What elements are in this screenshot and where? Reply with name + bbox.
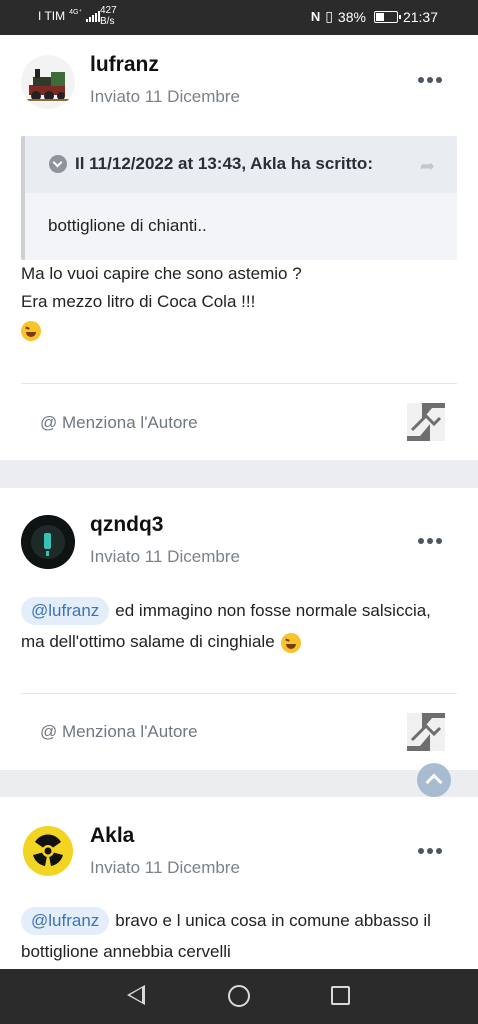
mention-author-button[interactable]: @ Menziona l'Autore — [40, 722, 198, 742]
yum-emoji-icon — [281, 632, 302, 653]
network-type: 4G⁺ — [69, 9, 83, 16]
post-line: ed immagino non fosse normale salsiccia, — [115, 601, 431, 620]
status-bar: I TIM 4G⁺ 427 B/s N ▯ 38% 21:37 — [0, 0, 478, 35]
post-date: Inviato 11 Dicembre — [90, 858, 240, 877]
post-line: Era mezzo litro di Coca Cola !!! — [21, 292, 256, 311]
reaction-icon[interactable] — [406, 402, 446, 442]
author-name[interactable]: qzndq3 — [90, 513, 164, 537]
recent-apps-icon[interactable] — [331, 986, 350, 1005]
quote-block: Il 11/12/2022 at 13:43, Akla ha scritto:… — [21, 136, 457, 260]
laughing-emoji-icon — [21, 320, 41, 341]
post-line: ma dell'ottimo salame di cinghiale — [21, 632, 275, 651]
post-line: bravo e l unica cosa in comune abbasso i… — [115, 911, 431, 930]
quote-header[interactable]: Il 11/12/2022 at 13:43, Akla ha scritto:… — [25, 136, 457, 193]
post-content: Ma lo vuoi capire che sono astemio ? Era… — [21, 260, 302, 344]
post-date: Inviato 11 Dicembre — [90, 547, 240, 566]
scroll-to-top-button[interactable] — [417, 763, 451, 797]
quote-citation: Il 11/12/2022 at 13:43, Akla ha scritto: — [75, 154, 373, 173]
status-right: N ▯ 38% 21:37 — [311, 8, 438, 25]
clock: 21:37 — [402, 8, 438, 25]
avatar[interactable] — [21, 55, 75, 109]
battery-icon — [373, 10, 401, 23]
post-card: lufranz Inviato 11 Dicembre Il 11/12/202… — [0, 35, 478, 460]
home-icon[interactable] — [228, 985, 250, 1007]
divider — [21, 383, 457, 384]
mention-tag[interactable]: @lufranz — [21, 907, 110, 935]
carrier-group: I TIM 4G⁺ — [38, 9, 101, 23]
system-navigation-bar — [0, 969, 478, 1024]
more-options-icon[interactable] — [418, 77, 442, 83]
network-speed: 427 B/s — [100, 5, 117, 27]
post-card: Akla Inviato 11 Dicembre @lufranz bravo e… — [0, 797, 478, 969]
avatar[interactable] — [21, 824, 75, 878]
nfc-icon: N — [310, 9, 321, 24]
quote-text: bottiglione di chianti.. — [48, 216, 207, 235]
author-name[interactable]: lufranz — [90, 53, 159, 77]
chevron-down-icon[interactable] — [49, 155, 67, 173]
carrier-name: I TIM — [38, 9, 66, 23]
post-content: @lufranz bravo e l unica cosa in comune a… — [21, 905, 431, 967]
divider — [21, 693, 457, 694]
more-options-icon[interactable] — [418, 848, 442, 854]
signal-icon — [86, 10, 101, 22]
avatar[interactable] — [21, 515, 75, 569]
post-line: bottiglione annebbia cervelli — [21, 942, 231, 961]
mention-author-button[interactable]: @ Menziona l'Autore — [40, 413, 198, 433]
post-line: Ma lo vuoi capire che sono astemio ? — [21, 264, 302, 283]
post-content: @lufranz ed immagino non fosse normale sa… — [21, 595, 431, 657]
post-date: Inviato 11 Dicembre — [90, 87, 240, 106]
more-options-icon[interactable] — [418, 538, 442, 544]
author-name[interactable]: Akla — [90, 824, 134, 848]
share-arrow-icon[interactable]: ➦ — [420, 156, 435, 177]
reaction-icon[interactable] — [406, 712, 446, 752]
back-icon[interactable] — [127, 985, 145, 1005]
vibrate-icon: ▯ — [325, 8, 333, 24]
post-card: qzndq3 Inviato 11 Dicembre @lufranz ed im… — [0, 488, 478, 770]
battery-percent: 38% — [337, 8, 366, 25]
mention-tag[interactable]: @lufranz — [21, 597, 110, 625]
